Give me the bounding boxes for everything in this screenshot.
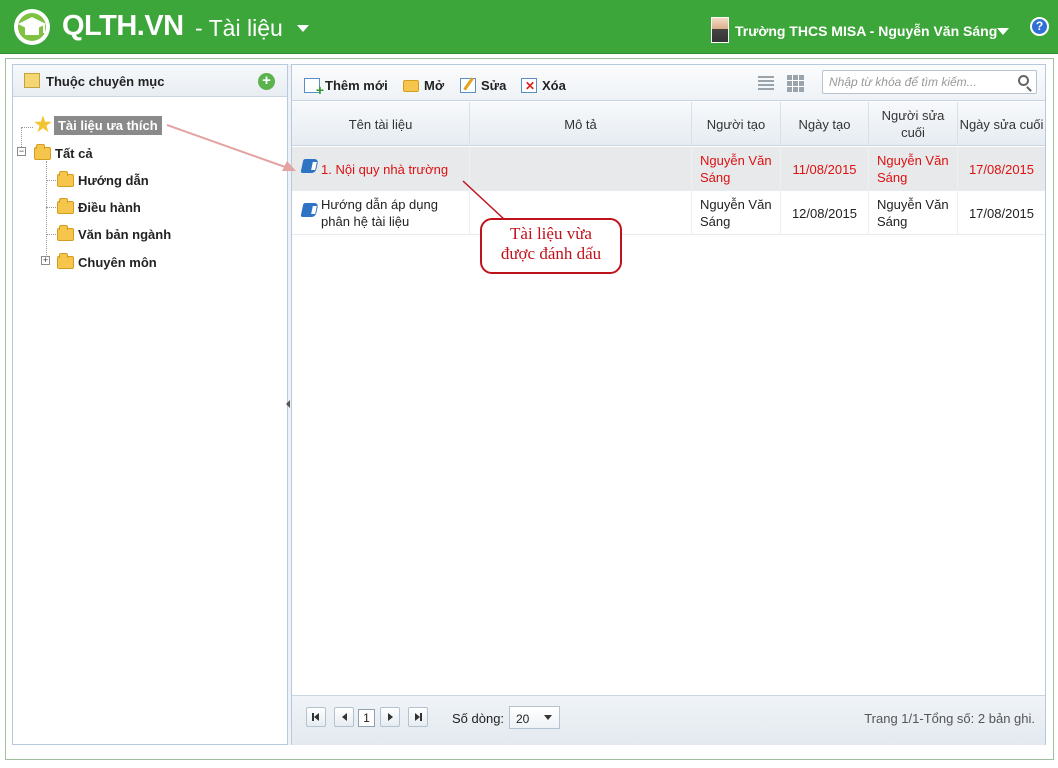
page-number-input[interactable]: 1 [358,709,375,727]
cell-last-edited-date: 17/08/2015 [968,205,1035,221]
cell-last-editor: Nguyễn Văn Sáng [869,147,958,191]
edit-label: Sửa [481,78,507,93]
cell-created-date: 11/08/2015 [781,147,869,191]
delete-icon [521,78,537,93]
add-new-label: Thêm mới [325,78,388,93]
open-button[interactable]: Mở [403,78,444,93]
collapse-toggle-icon[interactable]: − [17,147,26,156]
next-page-button[interactable] [380,707,400,727]
category-panel: Thuộc chuyên mục + ★ Tài liệu ưa thích −… [12,64,288,745]
folder-icon [34,143,51,160]
add-document-icon [304,78,324,98]
column-header-last-editor[interactable]: Người sửa cuối [869,102,958,146]
table-row[interactable]: 1. Nội quy nhà trường Nguyễn Văn Sáng 11… [292,147,1045,191]
tree-item-label: Hướng dẫn [78,172,149,188]
table-row[interactable]: Hướng dẫn áp dụng phân hệ tài liệu Nguyễ… [292,191,1045,235]
rows-per-page-label: Số dòng: [452,711,505,726]
first-page-button[interactable] [306,707,326,727]
category-tree: ★ Tài liệu ưa thích − Tất cả Hướng dẫn Đ… [13,97,287,737]
tree-item-management[interactable]: Điều hành [57,197,141,217]
tree-item-official-documents[interactable]: Văn bản ngành [57,224,171,244]
tree-line [46,207,56,208]
add-new-button[interactable]: Thêm mới [304,78,388,98]
cell-description [470,147,692,191]
tree-item-favorites[interactable]: ★ Tài liệu ưa thích [34,115,162,135]
table-header: Tên tài liệu Mô tả Người tạo Ngày tạo Ng… [292,102,1045,146]
annotation-callout: Tài liệu vừa được đánh dấu [480,218,622,274]
column-header-last-edited-date[interactable]: Ngày sửa cuối [958,102,1045,146]
category-list-icon [24,73,40,88]
module-caret-icon[interactable] [297,25,309,32]
folder-icon [57,170,74,187]
tree-item-guide[interactable]: Hướng dẫn [57,170,149,190]
column-header-name[interactable]: Tên tài liệu [292,102,470,146]
toolbar: Thêm mới Mở Sửa Xóa [292,65,1045,101]
tree-line [46,180,56,181]
tree-line [46,234,56,235]
app-header: QLTH.VN - Tài liệu Trường THCS MISA - Ng… [0,0,1058,54]
folder-icon [57,252,74,269]
record-count: Trang 1/1-Tổng số: 2 bản ghi. [864,711,1035,726]
user-avatar [711,17,729,43]
document-panel: Thêm mới Mở Sửa Xóa Tên tài liệu Mô tả N… [291,64,1046,745]
tree-item-professional[interactable]: Chuyên môn [57,252,157,272]
tree-item-label: Tài liệu ưa thích [53,115,162,135]
edit-icon [460,78,476,93]
user-name[interactable]: Trường THCS MISA - Nguyễn Văn Sáng [735,23,997,39]
search-icon[interactable] [1018,75,1029,86]
column-header-creator[interactable]: Người tạo [692,102,781,146]
annotation-line-2: được đánh dấu [500,244,602,263]
star-icon: ★ [34,114,52,136]
open-label: Mở [424,78,445,93]
tree-item-label: Chuyên môn [78,254,157,270]
tree-item-label: Tất cả [55,145,93,161]
cell-last-edited-date: 17/08/2015 [968,161,1035,177]
cell-name: 1. Nội quy nhà trường [292,147,470,191]
module-title[interactable]: - Tài liệu [195,15,283,42]
cell-created-date: 12/08/2015 [781,191,869,235]
annotation-line-1: Tài liệu vừa [510,224,592,243]
folder-icon [57,197,74,214]
previous-page-button[interactable] [334,707,354,727]
brand-name[interactable]: QLTH.VN [62,10,184,43]
search-input[interactable] [822,70,1037,94]
category-panel-header: Thuộc chuyên mục + [13,65,287,97]
category-panel-title: Thuộc chuyên mục [46,74,165,89]
expand-toggle-icon[interactable]: + [41,256,50,265]
folder-icon [57,224,74,241]
tree-item-label: Điều hành [78,199,141,215]
last-page-button[interactable] [408,707,428,727]
user-menu-caret-icon[interactable] [997,28,1009,35]
list-view-icon[interactable] [758,76,774,90]
pagination-bar: 1 Số dòng: 20 Trang 1/1-Tổng số: 2 bản g… [292,695,1045,745]
delete-label: Xóa [542,78,566,93]
help-icon[interactable]: ? [1030,17,1049,36]
column-header-created-date[interactable]: Ngày tạo [781,102,869,146]
rows-per-page-select[interactable]: 20 [509,706,560,729]
collapse-panel-arrow-icon[interactable] [286,400,290,408]
tree-line [21,127,33,128]
open-folder-icon [403,79,419,92]
delete-button[interactable]: Xóa [521,78,566,93]
graduation-cap-logo-icon [14,9,50,45]
tree-line [46,161,47,261]
tree-item-label: Văn bản ngành [78,226,172,242]
tree-item-all[interactable]: Tất cả [34,143,93,163]
cell-creator: Nguyễn Văn Sáng [692,191,781,235]
column-header-description[interactable]: Mô tả [470,102,692,146]
grid-view-icon[interactable] [787,75,804,92]
cell-last-editor: Nguyễn Văn Sáng [869,191,958,235]
edit-button[interactable]: Sửa [460,78,506,93]
cell-name: Hướng dẫn áp dụng phân hệ tài liệu [292,191,470,235]
add-category-button[interactable]: + [258,73,275,90]
cell-creator: Nguyễn Văn Sáng [692,147,781,191]
